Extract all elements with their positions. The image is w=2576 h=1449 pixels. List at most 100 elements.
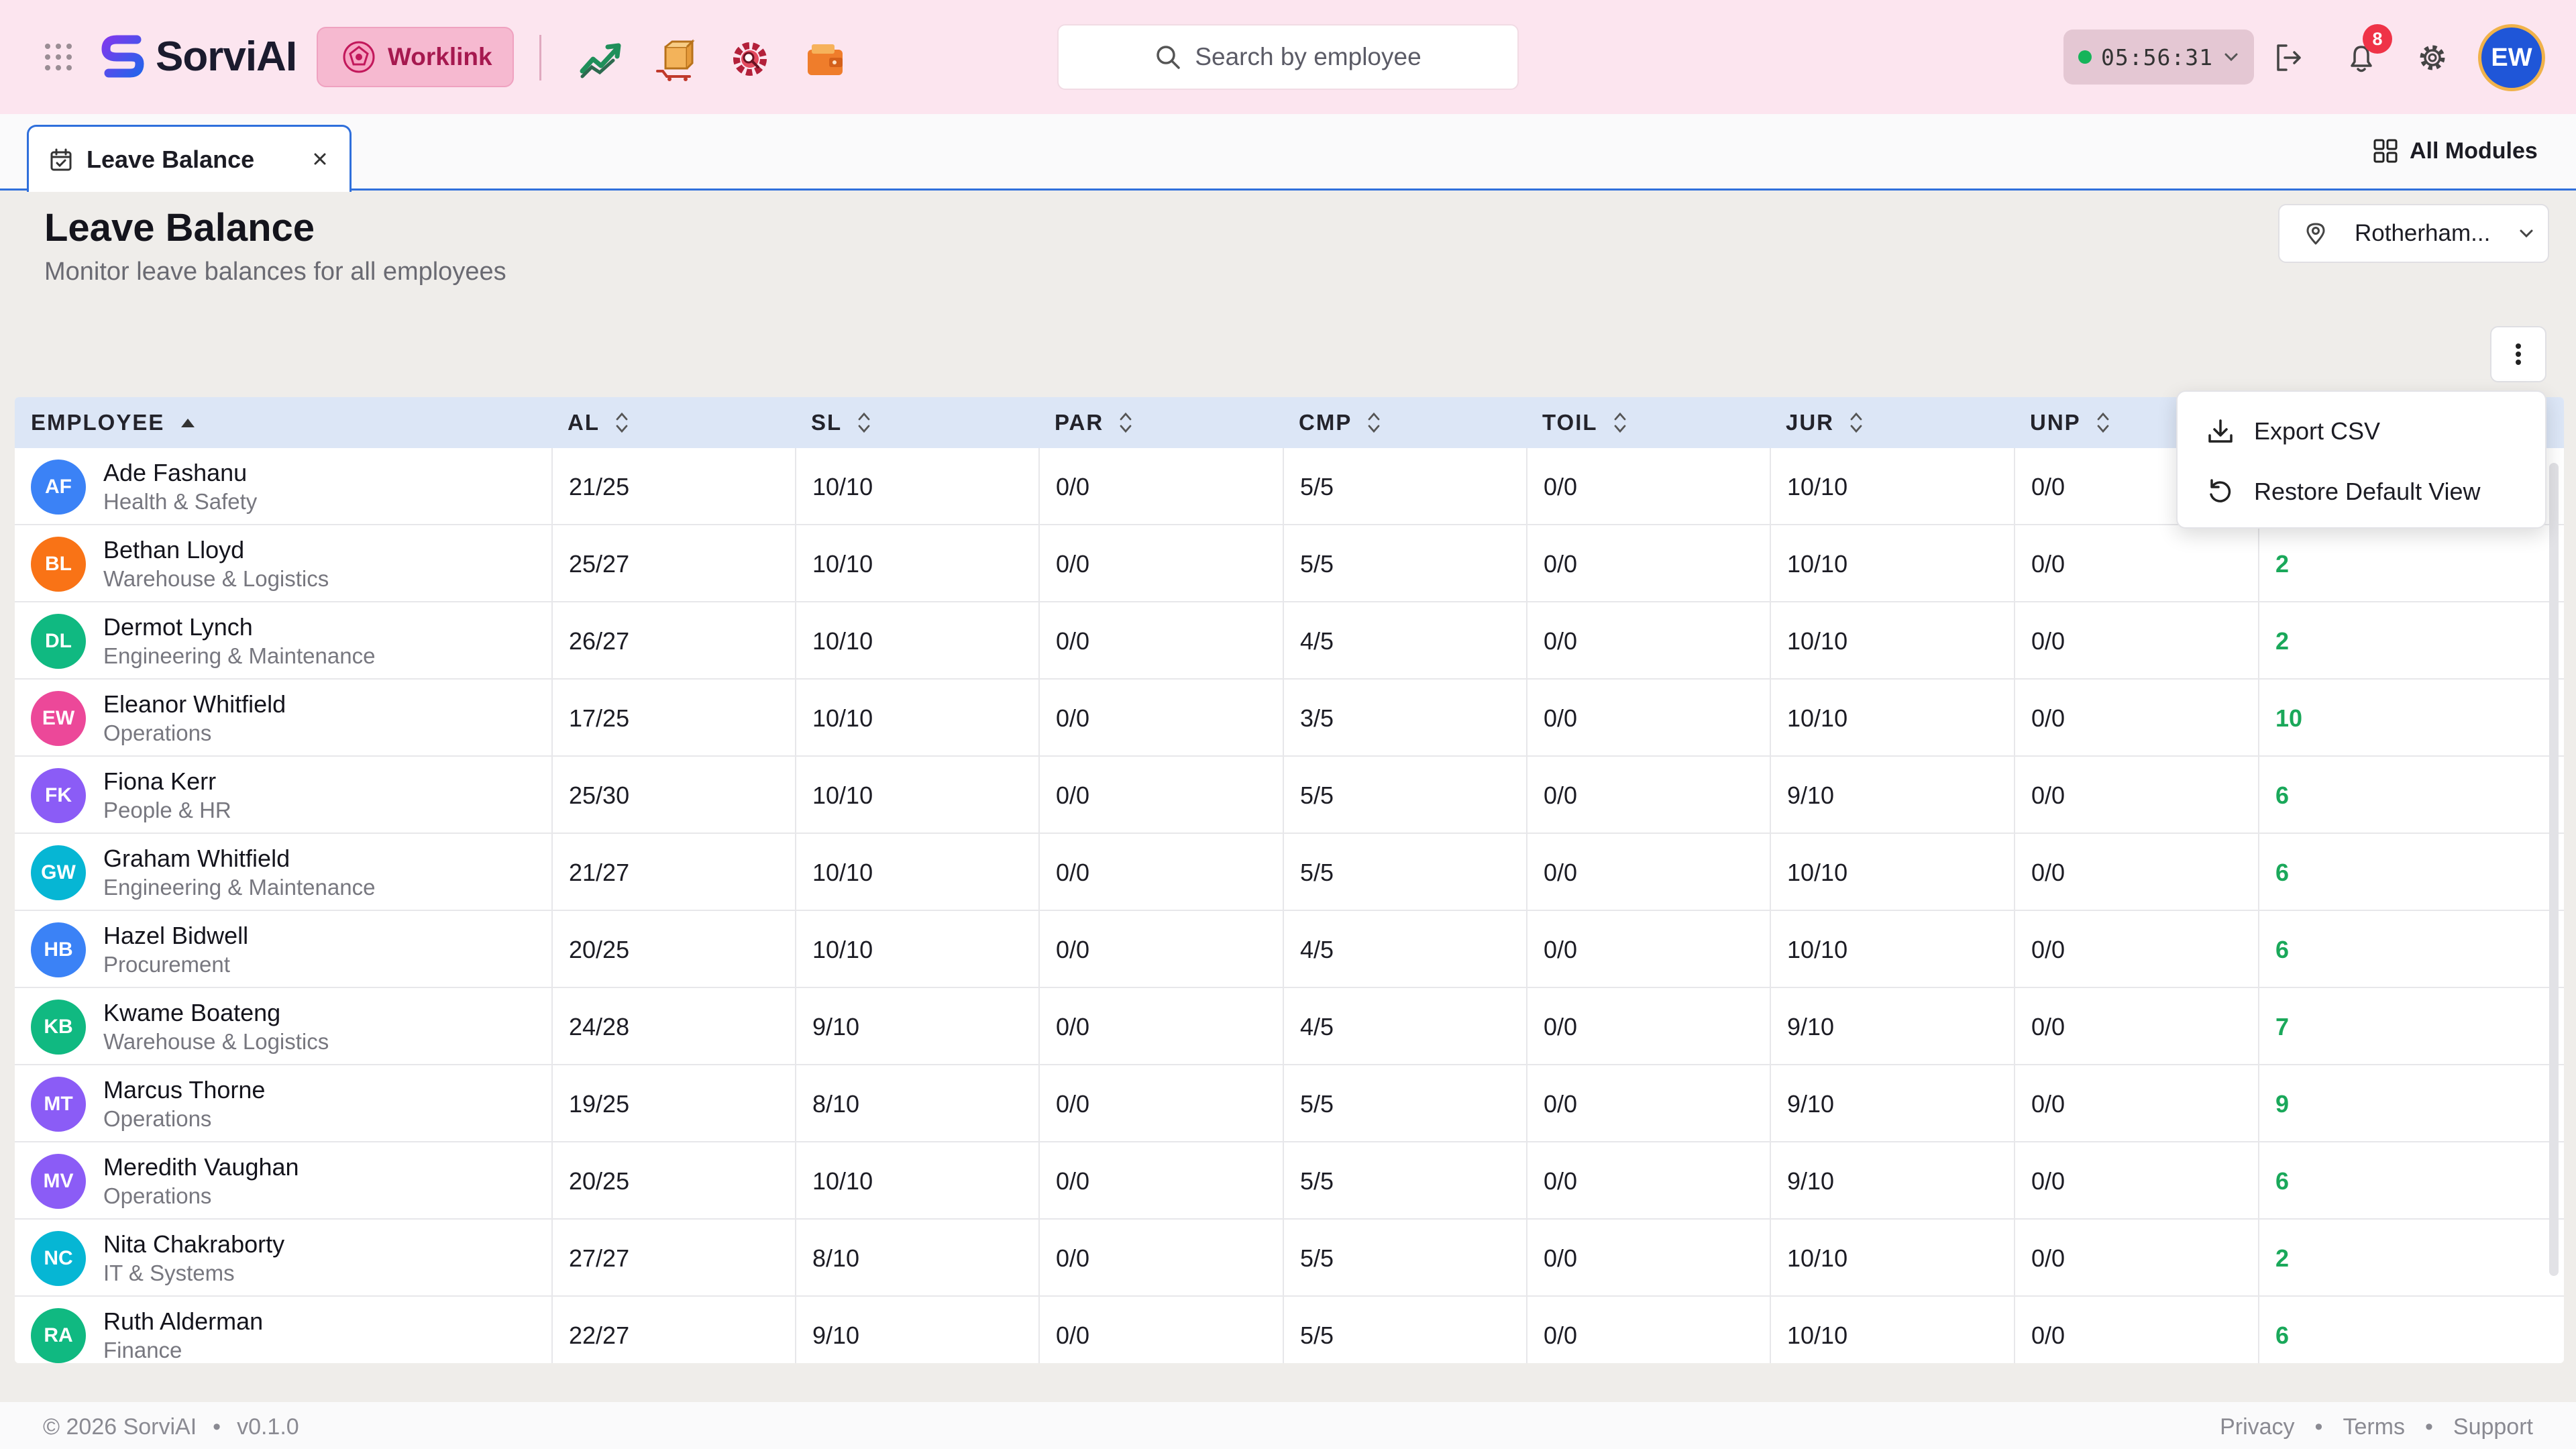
employee-name[interactable]: Hazel Bidwell xyxy=(103,921,248,951)
cmp-cell: 5/5 xyxy=(1283,834,1526,911)
worklink-module-button[interactable]: Worklink xyxy=(317,27,514,87)
toil-cell: 0/0 xyxy=(1526,1142,1770,1220)
column-header-employee[interactable]: EMPLOYEE xyxy=(31,397,197,448)
table-row[interactable]: NC Nita Chakraborty IT & Systems 27/27 8/10 0… xyxy=(15,1220,2564,1297)
table-row[interactable]: RA Ruth Alderman Finance 22/27 9/10 0/0 5/5 0/0… xyxy=(15,1297,2564,1363)
sl-cell: 10/10 xyxy=(795,757,1038,834)
table-row[interactable]: HB Hazel Bidwell Procurement 20/25 10/10 0/0 4… xyxy=(15,911,2564,988)
user-avatar[interactable]: EW xyxy=(2478,24,2545,91)
column-header-al[interactable]: AL xyxy=(568,397,629,448)
table-row[interactable]: MT Marcus Thorne Operations 19/25 8/10 0/0 5/5… xyxy=(15,1065,2564,1142)
terms-link[interactable]: Terms xyxy=(2343,1414,2405,1440)
employee-name[interactable]: Nita Chakraborty xyxy=(103,1230,284,1259)
delivery-box-icon[interactable] xyxy=(653,36,699,82)
column-header-cmp[interactable]: CMP xyxy=(1299,397,1381,448)
copyright-text: © 2026 SorviAI xyxy=(43,1414,197,1440)
employee-name[interactable]: Dermot Lynch xyxy=(103,612,375,642)
jur-cell: 9/10 xyxy=(1770,1065,2014,1142)
employee-name[interactable]: Marcus Thorne xyxy=(103,1075,265,1105)
table-row[interactable]: FK Fiona Kerr People & HR 25/30 10/10 0/0 5/5 0… xyxy=(15,757,2564,834)
wallet-icon[interactable] xyxy=(802,36,848,82)
logout-icon[interactable] xyxy=(2271,40,2306,75)
table-row[interactable]: KB Kwame Boateng Warehouse & Logistics 24/2… xyxy=(15,988,2564,1065)
toil-cell: 0/0 xyxy=(1526,1297,1770,1363)
footer-separator: • xyxy=(2425,1414,2433,1440)
employee-name[interactable]: Meredith Vaughan xyxy=(103,1152,299,1182)
employee-info: Ade Fashanu Health & Safety xyxy=(103,458,257,516)
column-header-jur[interactable]: JUR xyxy=(1786,397,1864,448)
employee-name[interactable]: Fiona Kerr xyxy=(103,767,231,796)
all-modules-button[interactable]: All Modules xyxy=(2372,136,2538,166)
cmp-cell: 5/5 xyxy=(1283,1220,1526,1297)
table-scrollbar[interactable] xyxy=(2549,463,2559,1276)
employee-cell: KB Kwame Boateng Warehouse & Logistics xyxy=(15,988,551,1065)
employee-name[interactable]: Kwame Boateng xyxy=(103,998,329,1028)
avail-cell: 10 xyxy=(2258,680,2564,757)
employee-avatar: RA xyxy=(31,1307,86,1363)
employee-department: Finance xyxy=(103,1337,182,1362)
employee-name[interactable]: Ade Fashanu xyxy=(103,458,257,488)
employee-name[interactable]: Eleanor Whitfield xyxy=(103,690,286,719)
table-row[interactable]: DL Dermot Lynch Engineering & Maintenance 2… xyxy=(15,602,2564,680)
employee-department: Warehouse & Logistics xyxy=(103,566,329,591)
tab-leave-balance[interactable]: Leave Balance xyxy=(27,125,352,192)
toil-cell: 0/0 xyxy=(1526,911,1770,988)
column-header-unp[interactable]: UNP xyxy=(2030,397,2110,448)
employee-name[interactable]: Graham Whitfield xyxy=(103,844,375,873)
settings-gear-icon[interactable] xyxy=(2415,40,2450,75)
al-cell: 17/25 xyxy=(551,680,795,757)
jur-cell: 10/10 xyxy=(1770,602,2014,680)
toil-cell: 0/0 xyxy=(1526,1065,1770,1142)
employee-department: Warehouse & Logistics xyxy=(103,1028,329,1054)
sl-cell: 9/10 xyxy=(795,988,1038,1065)
close-tab-icon[interactable] xyxy=(311,150,329,168)
employee-search-input[interactable]: Search by employee xyxy=(1057,24,1519,90)
toil-cell: 0/0 xyxy=(1526,988,1770,1065)
map-pin-icon xyxy=(2306,223,2325,245)
cmp-cell: 5/5 xyxy=(1283,448,1526,525)
export-csv-menu-item[interactable]: Export CSV xyxy=(2178,401,2548,462)
all-modules-label: All Modules xyxy=(2410,138,2538,164)
employee-info: Graham Whitfield Engineering & Maintenanc… xyxy=(103,844,375,902)
restore-default-view-menu-item[interactable]: Restore Default View xyxy=(2178,462,2548,522)
column-header-sl[interactable]: SL xyxy=(811,397,871,448)
clocked-in-status-dot xyxy=(2078,50,2092,64)
sl-cell: 10/10 xyxy=(795,834,1038,911)
employee-cell: BL Bethan Lloyd Warehouse & Logistics xyxy=(15,525,551,602)
apps-grid-icon[interactable] xyxy=(43,42,74,72)
employee-avatar: HB xyxy=(31,922,86,977)
column-header-par[interactable]: PAR xyxy=(1055,397,1133,448)
options-menu: Export CSV Restore Default View xyxy=(2176,390,2546,529)
jur-cell: 10/10 xyxy=(1770,525,2014,602)
jur-cell: 10/10 xyxy=(1770,834,2014,911)
par-cell: 0/0 xyxy=(1038,525,1283,602)
par-cell: 0/0 xyxy=(1038,834,1283,911)
cmp-cell: 5/5 xyxy=(1283,757,1526,834)
worklink-label: Worklink xyxy=(388,43,492,70)
gear-search-icon[interactable] xyxy=(727,36,773,82)
time-clock-dropdown[interactable]: 05:56:31 xyxy=(2063,30,2254,85)
column-label: TOIL xyxy=(1542,410,1598,435)
jur-cell: 10/10 xyxy=(1770,680,2014,757)
al-cell: 20/25 xyxy=(551,911,795,988)
analytics-chart-icon[interactable] xyxy=(578,36,624,82)
column-header-toil[interactable]: TOIL xyxy=(1542,397,1627,448)
employee-avatar: MV xyxy=(31,1153,86,1209)
employee-name[interactable]: Ruth Alderman xyxy=(103,1307,263,1336)
par-cell: 0/0 xyxy=(1038,448,1283,525)
table-row[interactable]: GW Graham Whitfield Engineering & Maintena… xyxy=(15,834,2564,911)
table-row[interactable]: MV Meredith Vaughan Operations 20/25 10/10 0/… xyxy=(15,1142,2564,1220)
privacy-link[interactable]: Privacy xyxy=(2220,1414,2294,1440)
avail-cell: 6 xyxy=(2258,757,2564,834)
location-select[interactable]: Rotherham... xyxy=(2278,204,2549,263)
sl-cell: 10/10 xyxy=(795,911,1038,988)
support-link[interactable]: Support xyxy=(2453,1414,2533,1440)
more-options-button[interactable] xyxy=(2490,326,2546,382)
table-row[interactable]: BL Bethan Lloyd Warehouse & Logistics 25/27… xyxy=(15,525,2564,602)
table-row[interactable]: EW Eleanor Whitfield Operations 17/25 10/10 0… xyxy=(15,680,2564,757)
cmp-cell: 4/5 xyxy=(1283,911,1526,988)
notification-count-badge: 8 xyxy=(2363,24,2392,54)
footer-info: © 2026 SorviAI • v0.1.0 xyxy=(43,1414,299,1440)
employee-name[interactable]: Bethan Lloyd xyxy=(103,535,329,565)
app-logo[interactable]: SorviAI xyxy=(99,28,297,85)
